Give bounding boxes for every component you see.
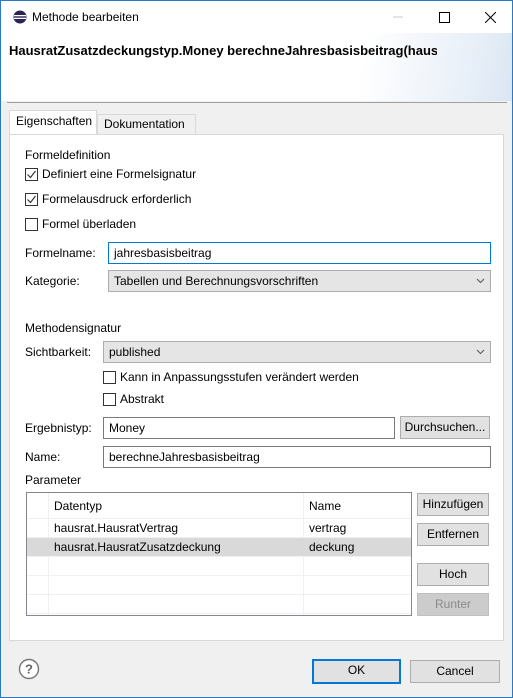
cell-datentyp: hausrat.HausratZusatzdeckung bbox=[54, 540, 221, 554]
checkmark-icon bbox=[27, 195, 36, 203]
eclipse-icon bbox=[13, 10, 27, 24]
kategorie-value: Tabellen und Berechnungsvorschriften bbox=[114, 274, 319, 288]
cell-name: vertrag bbox=[309, 521, 347, 535]
checkbox-formula-overload[interactable]: Formel überladen bbox=[25, 217, 136, 231]
browse-button[interactable]: Durchsuchen... bbox=[400, 416, 490, 439]
help-icon[interactable]: ? bbox=[18, 658, 40, 680]
ok-button[interactable]: OK bbox=[312, 659, 401, 684]
cell-name: deckung bbox=[309, 540, 355, 554]
tab-eigenschaften[interactable]: Eigenschaften bbox=[9, 110, 97, 134]
formelname-input[interactable]: jahresbasisbeitrag bbox=[108, 242, 491, 264]
cancel-button[interactable]: Cancel bbox=[410, 660, 500, 683]
signature-section-label: Methodensignatur bbox=[25, 321, 122, 335]
sichtbarkeit-select[interactable]: published bbox=[103, 341, 491, 363]
checkbox-abstract[interactable]: Abstrakt bbox=[103, 392, 164, 406]
dialog-window: Methode bearbeiten HausratZusatzdeckungs… bbox=[0, 0, 513, 698]
minimize-icon bbox=[393, 16, 403, 18]
table-row-empty bbox=[27, 595, 411, 614]
checkbox-formula-signature[interactable]: Definiert eine Formelsignatur bbox=[25, 167, 196, 181]
kategorie-label: Kategorie: bbox=[25, 274, 80, 288]
sichtbarkeit-label: Sichtbarkeit: bbox=[25, 345, 92, 359]
chevron-down-icon bbox=[476, 349, 485, 355]
kategorie-select[interactable]: Tabellen und Berechnungsvorschriften bbox=[108, 270, 491, 292]
close-icon bbox=[484, 11, 496, 23]
move-up-button[interactable]: Hoch bbox=[417, 563, 489, 586]
checkbox-formula-required[interactable]: Formelausdruck erforderlich bbox=[25, 192, 191, 206]
checkbox-label: Abstrakt bbox=[120, 392, 165, 406]
tab-dokumentation[interactable]: Dokumentation bbox=[97, 114, 196, 134]
checkbox-label: Kann in Anpassungsstufen verändert werde… bbox=[120, 370, 359, 384]
parameter-table[interactable]: Datentyp Name hausrat.HausratVertrag ver… bbox=[26, 492, 412, 616]
remove-parameter-button[interactable]: Entfernen bbox=[417, 523, 489, 546]
checkbox-label: Definiert eine Formelsignatur bbox=[42, 167, 197, 181]
close-button[interactable] bbox=[467, 1, 513, 33]
header-separator bbox=[7, 102, 507, 103]
table-header: Datentyp Name bbox=[27, 493, 411, 519]
method-signature-title: HausratZusatzdeckungstyp.Money berechneJ… bbox=[9, 43, 437, 58]
checkbox[interactable] bbox=[25, 167, 38, 181]
maximize-icon bbox=[438, 11, 450, 23]
checkbox-label: Formel überladen bbox=[42, 217, 137, 231]
checkbox[interactable] bbox=[103, 370, 116, 384]
ergebnistyp-label: Ergebnistyp: bbox=[25, 421, 92, 435]
title-bar: Methode bearbeiten bbox=[1, 1, 512, 33]
name-input[interactable]: berechneJahresbasisbeitrag bbox=[103, 446, 491, 468]
chevron-down-icon bbox=[476, 278, 485, 284]
column-header-datentyp[interactable]: Datentyp bbox=[54, 499, 102, 513]
table-row[interactable]: hausrat.HausratVertrag vertrag bbox=[27, 519, 411, 538]
cell-datentyp: hausrat.HausratVertrag bbox=[54, 521, 179, 535]
svg-text:?: ? bbox=[25, 662, 33, 677]
maximize-button[interactable] bbox=[421, 1, 467, 33]
move-down-button: Runter bbox=[417, 593, 489, 616]
properties-panel: Formeldefinition Definiert eine Formelsi… bbox=[9, 134, 504, 641]
checkbox[interactable] bbox=[25, 217, 38, 231]
sichtbarkeit-value: published bbox=[109, 345, 161, 359]
table-row-empty bbox=[27, 557, 411, 576]
table-row-empty bbox=[27, 576, 411, 595]
column-header-name[interactable]: Name bbox=[309, 499, 341, 513]
checkmark-icon bbox=[27, 170, 36, 178]
add-parameter-button[interactable]: Hinzufügen bbox=[417, 493, 489, 516]
checkbox[interactable] bbox=[103, 392, 116, 406]
formula-section-label: Formeldefinition bbox=[25, 148, 111, 162]
window-title: Methode bearbeiten bbox=[32, 10, 139, 24]
table-row-selected[interactable]: hausrat.HausratZusatzdeckung deckung bbox=[27, 538, 411, 557]
parameter-section-label: Parameter bbox=[25, 473, 82, 487]
ergebnistyp-input[interactable]: Money bbox=[103, 417, 395, 439]
minimize-button[interactable] bbox=[375, 1, 421, 33]
checkbox-changeable-in-adaptations[interactable]: Kann in Anpassungsstufen verändert werde… bbox=[103, 370, 359, 384]
formelname-label: Formelname: bbox=[25, 246, 96, 260]
checkbox-label: Formelausdruck erforderlich bbox=[42, 192, 192, 206]
dialog-header: HausratZusatzdeckungstyp.Money berechneJ… bbox=[1, 33, 512, 101]
checkbox[interactable] bbox=[25, 192, 38, 206]
name-label: Name: bbox=[25, 450, 61, 464]
